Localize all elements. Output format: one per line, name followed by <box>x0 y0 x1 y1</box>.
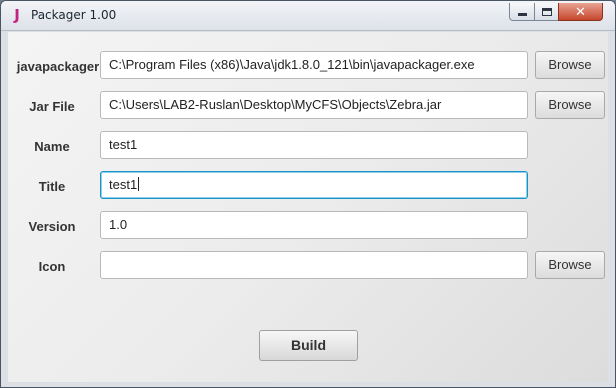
form-panel: javapackager C:\Program Files (x86)\Java… <box>8 32 608 382</box>
java-app-icon: J <box>14 6 20 24</box>
packager-window: J Packager 1.00 ✕ javapackager C:\Progra… <box>0 0 616 388</box>
javapackager-label: javapackager <box>16 59 100 74</box>
close-button[interactable]: ✕ <box>558 3 603 21</box>
jar-file-browse-button[interactable]: Browse <box>535 91 605 119</box>
maximize-icon <box>541 7 552 16</box>
icon-path-field[interactable] <box>100 251 528 279</box>
javapackager-browse-button[interactable]: Browse <box>535 51 605 79</box>
build-button[interactable]: Build <box>259 330 358 361</box>
text-caret <box>138 177 140 191</box>
maximize-button[interactable] <box>534 3 559 21</box>
icon-browse-button[interactable]: Browse <box>535 251 605 279</box>
jar-file-label: Jar File <box>29 99 75 114</box>
name-field[interactable]: test1 <box>100 131 528 159</box>
close-icon: ✕ <box>575 3 586 19</box>
title-bar[interactable]: J Packager 1.00 ✕ <box>1 1 615 31</box>
title-field-value: test1 <box>109 177 138 192</box>
jar-file-path-field[interactable]: C:\Users\LAB2-Ruslan\Desktop\MyCFS\Objec… <box>100 91 528 119</box>
version-field[interactable]: 1.0 <box>100 211 528 239</box>
minimize-icon <box>517 13 527 16</box>
title-field[interactable]: test1 <box>100 171 528 199</box>
title-label: Title <box>38 179 66 194</box>
window-title: Packager 1.00 <box>31 8 117 22</box>
version-label: Version <box>28 219 76 234</box>
javapackager-path-field[interactable]: C:\Program Files (x86)\Java\jdk1.8.0_121… <box>100 51 528 79</box>
icon-label: Icon <box>38 259 66 274</box>
name-label: Name <box>34 139 70 154</box>
minimize-button[interactable] <box>509 3 535 21</box>
